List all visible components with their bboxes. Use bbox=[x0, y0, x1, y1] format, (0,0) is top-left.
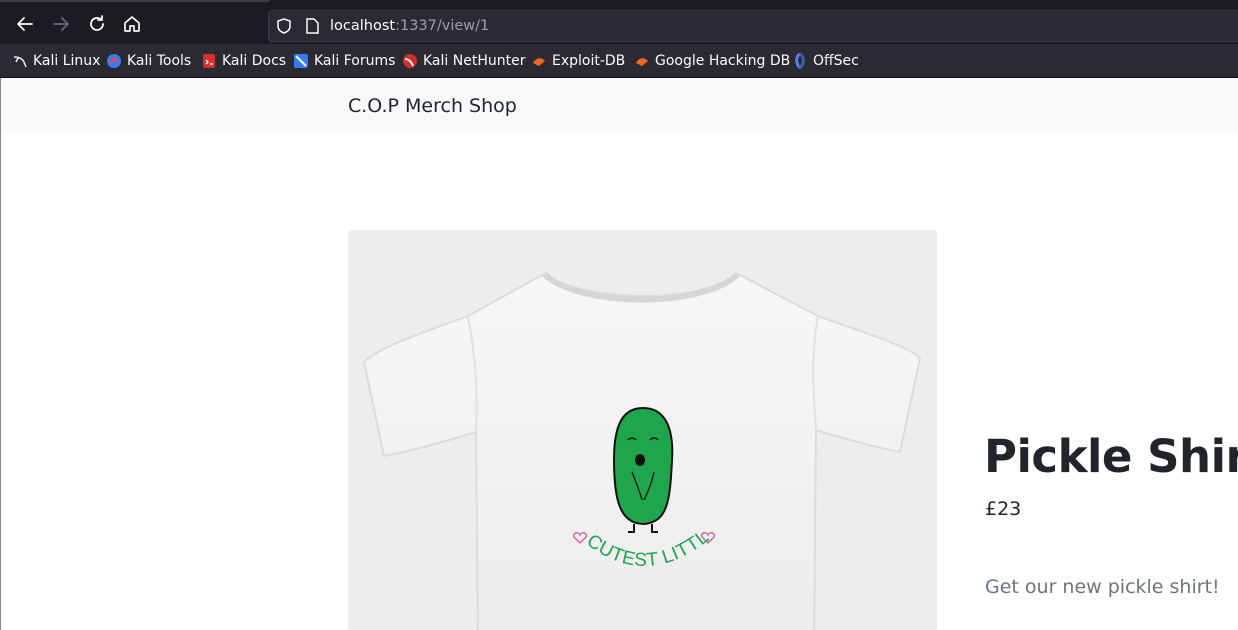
site-navbar: C.O.P Merch Shop bbox=[1, 78, 1238, 133]
offsec-icon bbox=[795, 53, 805, 69]
bookmark-kali-docs[interactable]: Kali Docs bbox=[201, 51, 286, 71]
product-price: £23 bbox=[985, 498, 1022, 520]
product-description: Get our new pickle shirt! bbox=[985, 576, 1220, 598]
home-icon bbox=[124, 16, 140, 32]
page-icon[interactable] bbox=[303, 17, 321, 35]
product-title: Pickle Shirt bbox=[984, 430, 1238, 483]
address-bar[interactable]: localhost:1337/view/1 bbox=[268, 10, 1238, 42]
reload-icon bbox=[90, 15, 104, 31]
tab-indicator bbox=[0, 0, 270, 2]
ghdb-icon bbox=[636, 58, 648, 66]
shield-icon[interactable] bbox=[275, 17, 293, 35]
bookmark-label: Kali Forums bbox=[314, 53, 396, 69]
url-text[interactable]: localhost:1337/view/1 bbox=[330, 18, 489, 34]
bookmark-exploit-db[interactable]: Exploit-DB bbox=[531, 51, 625, 71]
forward-button[interactable] bbox=[49, 12, 73, 36]
bookmark-label: Google Hacking DB bbox=[655, 53, 791, 69]
reload-button[interactable] bbox=[85, 12, 109, 36]
kali-dragon-icon bbox=[13, 56, 27, 68]
bookmark-label: Exploit-DB bbox=[552, 53, 626, 69]
back-button[interactable] bbox=[13, 12, 37, 36]
arrow-left-icon bbox=[17, 17, 33, 31]
bookmark-label: Kali Tools bbox=[127, 53, 192, 69]
pickle-shirt-image: CUTEST LITTLE PICKLE bbox=[348, 230, 922, 630]
bookmark-kali-tools[interactable]: Kali Tools bbox=[106, 51, 191, 71]
bookmark-label: OffSec bbox=[813, 53, 859, 69]
url-path: :1337/view/1 bbox=[395, 18, 490, 34]
home-button[interactable] bbox=[120, 12, 144, 36]
bookmarks-bar: Kali Linux Kali Tools Kali Docs Kali For… bbox=[0, 44, 1238, 78]
kali-forums-icon bbox=[294, 54, 308, 68]
bookmark-kali-linux[interactable]: Kali Linux bbox=[12, 51, 100, 71]
bookmark-label: Kali NetHunter bbox=[423, 53, 526, 69]
bookmark-offsec[interactable]: OffSec bbox=[792, 51, 859, 71]
arrow-right-icon bbox=[53, 17, 69, 31]
bookmark-kali-forums[interactable]: Kali Forums bbox=[293, 51, 395, 71]
bookmark-kali-nethunter[interactable]: Kali NetHunter bbox=[402, 51, 525, 71]
bookmark-label: Kali Docs bbox=[222, 53, 287, 69]
exploit-db-icon bbox=[533, 58, 545, 66]
browser-toolbar: localhost:1337/view/1 bbox=[0, 0, 1238, 44]
kali-tools-icon bbox=[107, 54, 121, 68]
site-brand-link[interactable]: C.O.P Merch Shop bbox=[348, 95, 517, 117]
page-viewport: C.O.P Merch Shop CUTEST LITTL Pickle Shi… bbox=[0, 78, 1238, 630]
kali-nethunter-icon bbox=[403, 54, 417, 68]
url-host: localhost bbox=[330, 18, 396, 34]
bookmark-label: Kali Linux bbox=[33, 53, 101, 69]
kali-docs-icon bbox=[203, 54, 215, 68]
product-image: CUTEST LITTLE PICKLE bbox=[348, 230, 937, 630]
bookmark-google-hacking-db[interactable]: Google Hacking DB bbox=[634, 51, 790, 71]
